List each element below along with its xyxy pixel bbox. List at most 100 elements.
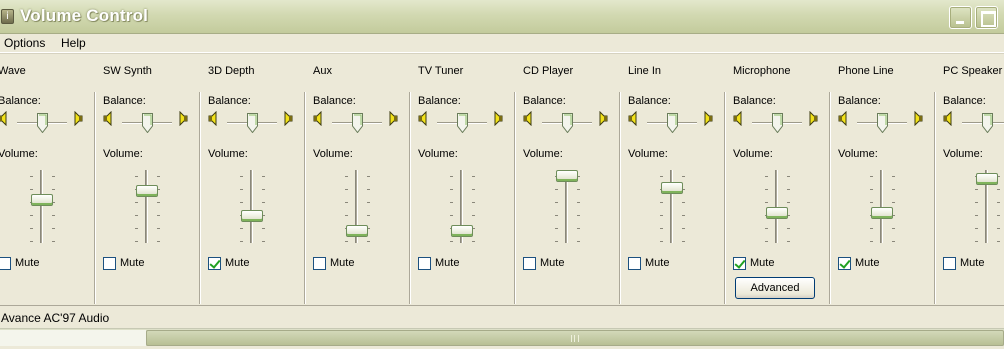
mute-label[interactable]: Mute <box>435 257 459 269</box>
tick-mark <box>555 202 558 203</box>
volume-slider-thumb[interactable] <box>661 182 683 195</box>
balance-label: Balance: <box>208 95 251 107</box>
volume-track[interactable] <box>670 170 673 243</box>
mute-checkbox[interactable] <box>733 257 746 270</box>
tick-mark <box>975 228 978 229</box>
mute-checkbox[interactable] <box>943 257 956 270</box>
tick-mark <box>472 176 475 177</box>
balance-slider-thumb[interactable] <box>36 113 48 134</box>
channel-separator <box>829 92 831 304</box>
tick-mark <box>892 202 895 203</box>
speaker-left-icon <box>103 110 113 127</box>
mute-checkbox[interactable] <box>523 257 536 270</box>
minimize-button[interactable] <box>949 6 972 29</box>
tick-mark <box>577 202 580 203</box>
channel-separator <box>724 92 726 304</box>
volume-slider-thumb[interactable] <box>976 173 998 186</box>
mute-label[interactable]: Mute <box>330 257 354 269</box>
tick-mark <box>367 189 370 190</box>
mute-label[interactable]: Mute <box>960 257 984 269</box>
mute-checkbox[interactable] <box>418 257 431 270</box>
tick-mark <box>345 189 348 190</box>
balance-slider-thumb[interactable] <box>876 113 888 134</box>
tick-mark <box>577 215 580 216</box>
title-bar[interactable]: i Volume Control <box>0 0 1004 34</box>
tick-mark <box>240 176 243 177</box>
tick-mark <box>135 176 138 177</box>
tick-mark <box>577 228 580 229</box>
mute-checkbox[interactable] <box>628 257 641 270</box>
volume-slider-thumb[interactable] <box>136 185 158 198</box>
tick-mark <box>345 215 348 216</box>
mute-label[interactable]: Mute <box>15 257 39 269</box>
channel-separator <box>94 92 96 304</box>
volume-label: Volume: <box>628 148 668 160</box>
tick-mark <box>262 241 265 242</box>
mute-label[interactable]: Mute <box>645 257 669 269</box>
volume-label: Volume: <box>418 148 458 160</box>
tick-mark <box>975 189 978 190</box>
scrollbar-track[interactable] <box>0 330 146 346</box>
menu-help[interactable]: Help <box>61 36 86 50</box>
mute-checkbox[interactable] <box>313 257 326 270</box>
tick-mark <box>787 241 790 242</box>
volume-slider-thumb[interactable] <box>346 224 368 237</box>
volume-slider-thumb[interactable] <box>871 206 893 219</box>
channel-name: Line In <box>628 65 662 77</box>
mute-label[interactable]: Mute <box>225 257 249 269</box>
tick-mark <box>682 228 685 229</box>
tick-mark <box>472 202 475 203</box>
volume-track[interactable] <box>145 170 148 243</box>
channel-name: TV Tuner <box>418 65 464 77</box>
balance-slider-thumb[interactable] <box>456 113 468 134</box>
balance-slider-thumb[interactable] <box>666 113 678 134</box>
channel-separator <box>934 92 936 304</box>
balance-slider-thumb[interactable] <box>771 113 783 134</box>
tick-mark <box>660 241 663 242</box>
tick-mark <box>870 228 873 229</box>
balance-slider-thumb[interactable] <box>561 113 573 134</box>
advanced-button[interactable]: Advanced <box>735 277 815 299</box>
tick-mark <box>135 215 138 216</box>
mute-checkbox[interactable] <box>208 257 221 270</box>
mute-checkbox[interactable] <box>103 257 116 270</box>
tick-mark <box>450 189 453 190</box>
channel-strip: SW Synth Balance: Volume: Mute <box>95 56 200 304</box>
volume-slider-thumb[interactable] <box>31 194 53 207</box>
mute-checkbox[interactable] <box>0 257 11 270</box>
balance-slider-thumb[interactable] <box>351 113 363 134</box>
volume-track[interactable] <box>40 170 43 243</box>
volume-app-icon[interactable]: i <box>1 9 14 24</box>
volume-track[interactable] <box>250 170 253 243</box>
volume-slider-thumb[interactable] <box>766 206 788 219</box>
tick-mark <box>240 241 243 242</box>
scrollbar-thumb[interactable] <box>146 330 1004 346</box>
channel-separator <box>304 92 306 304</box>
tick-mark <box>555 241 558 242</box>
tick-mark <box>870 202 873 203</box>
mute-label[interactable]: Mute <box>540 257 564 269</box>
volume-slider-thumb[interactable] <box>556 170 578 182</box>
status-divider <box>0 305 1004 306</box>
balance-label: Balance: <box>0 95 41 107</box>
mute-label[interactable]: Mute <box>750 257 774 269</box>
tick-mark <box>240 228 243 229</box>
speaker-right-icon <box>73 110 83 127</box>
mute-label[interactable]: Mute <box>855 257 879 269</box>
tick-mark <box>892 189 895 190</box>
channel-strip: Microphone Balance: Volume: Mute Advanced <box>725 56 830 304</box>
tick-mark <box>30 228 33 229</box>
balance-slider-thumb[interactable] <box>246 113 258 134</box>
menu-options[interactable]: Options <box>4 36 45 50</box>
volume-slider-thumb[interactable] <box>451 224 473 237</box>
mute-checkbox[interactable] <box>838 257 851 270</box>
tick-mark <box>52 189 55 190</box>
mute-label[interactable]: Mute <box>120 257 144 269</box>
balance-slider-thumb[interactable] <box>141 113 153 134</box>
balance-slider-thumb[interactable] <box>981 113 993 134</box>
channel-strip: CD Player Balance: Volume: Mute <box>515 56 620 304</box>
volume-slider-thumb[interactable] <box>241 209 263 222</box>
maximize-button[interactable] <box>975 6 998 29</box>
channel-strip: Line In Balance: Volume: Mute <box>620 56 725 304</box>
horizontal-scrollbar[interactable] <box>0 328 1004 346</box>
